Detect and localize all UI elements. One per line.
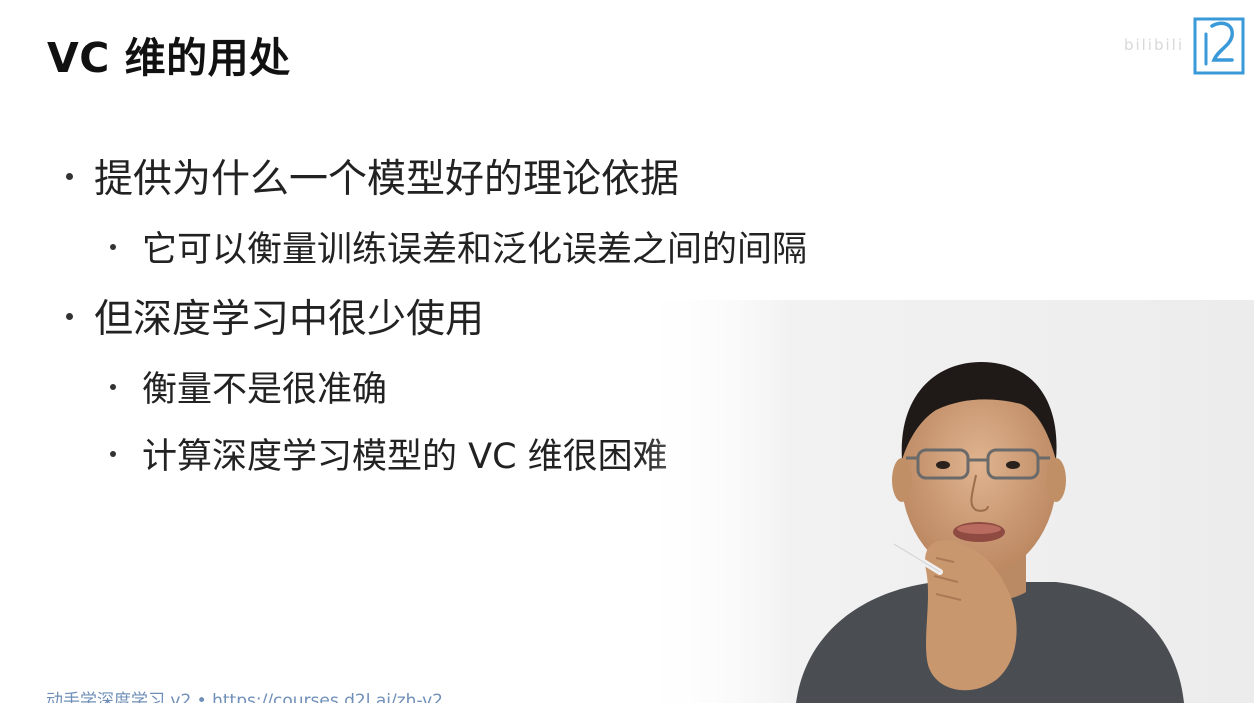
sub-bullet-item: 衡量不是很准确 xyxy=(110,361,387,412)
sub-bullet-text: 它可以衡量训练误差和泛化误差之间的间隔 xyxy=(142,230,808,270)
bullet-dot-icon xyxy=(66,172,73,180)
d2l-logo-icon xyxy=(1193,17,1245,75)
bullet-item: 但深度学习中很少使用 xyxy=(66,288,484,344)
bullet-dot-icon xyxy=(110,243,116,250)
watermark: bilibili xyxy=(1124,14,1246,76)
presenter-video xyxy=(636,300,1254,703)
sub-bullet-item: 它可以衡量训练误差和泛化误差之间的间隔 xyxy=(110,221,807,272)
sub-bullet-text: 衡量不是很准确 xyxy=(142,370,388,410)
bullet-text: 提供为什么一个模型好的理论依据 xyxy=(94,157,680,202)
bullet-dot-icon xyxy=(110,383,116,390)
bullet-text: 但深度学习中很少使用 xyxy=(94,297,485,342)
bullet-dot-icon xyxy=(66,312,73,320)
slide: VC 维的用处 提供为什么一个模型好的理论依据 它可以衡量训练误差和泛化误差之间… xyxy=(0,0,1254,703)
slide-title: VC 维的用处 xyxy=(47,34,291,82)
bullet-item: 提供为什么一个模型好的理论依据 xyxy=(66,148,679,204)
sub-bullet-item: 计算深度学习模型的 VC 维很困难 xyxy=(110,428,668,479)
bullet-dot-icon xyxy=(110,450,116,457)
sub-bullet-text: 计算深度学习模型的 VC 维很困难 xyxy=(142,437,668,477)
watermark-text: bilibili xyxy=(1123,36,1184,54)
footer-link[interactable]: 动手学深度学习 v2 • https://courses.d2l.ai/zh-v… xyxy=(46,686,443,703)
